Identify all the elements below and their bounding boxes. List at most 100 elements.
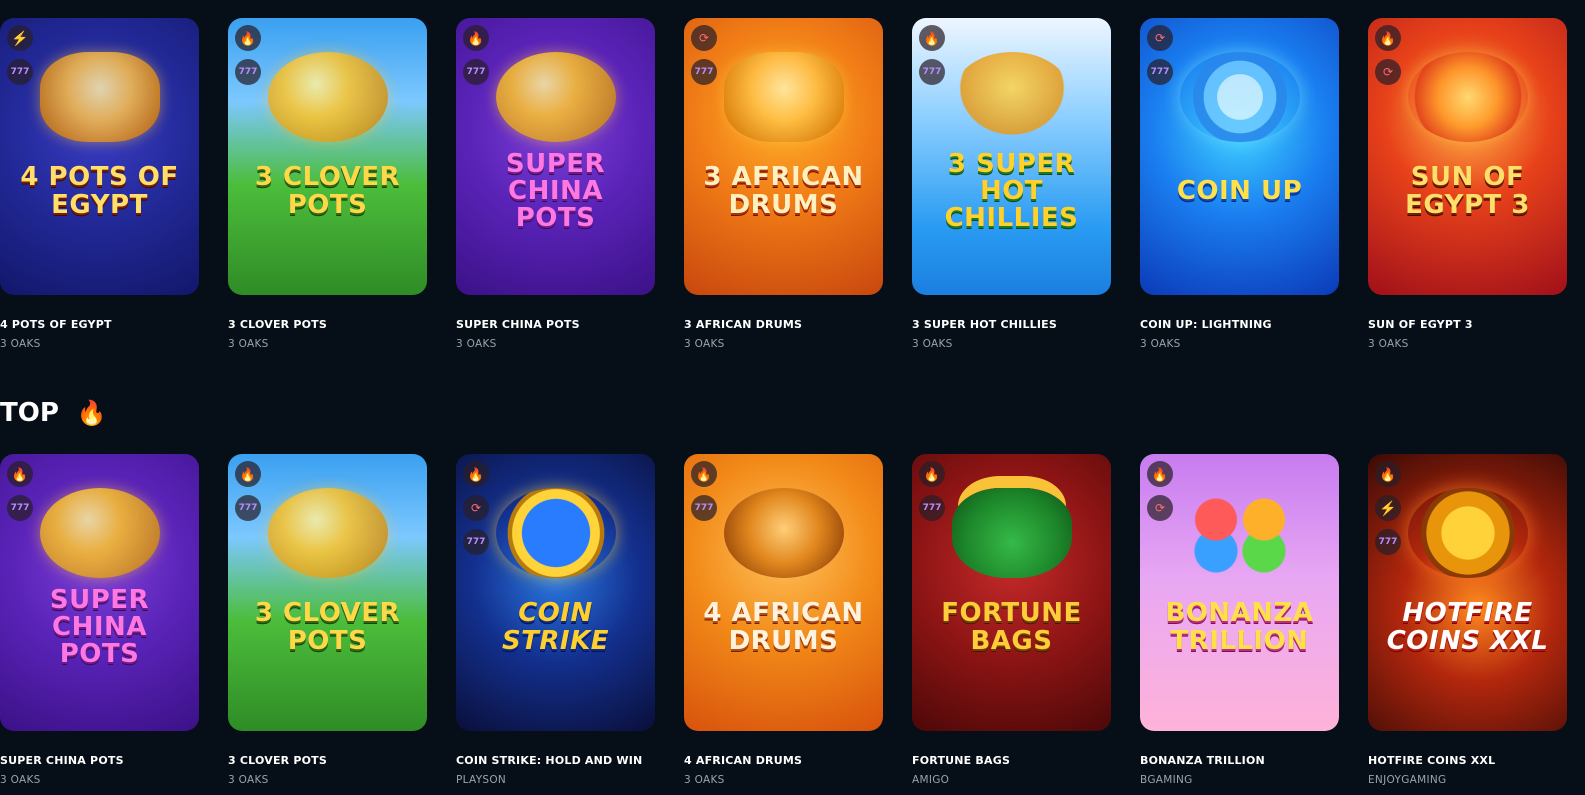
game-provider[interactable]: PLAYSON: [456, 774, 655, 786]
game-name[interactable]: 3 SUPER HOT CHILLIES: [912, 318, 1111, 331]
game-art-title: 4 POTS OF EGYPT: [20, 162, 179, 220]
game-thumbnail[interactable]: 🔥 ⟳ SUN OF EGYPT 3: [1368, 18, 1567, 295]
game-name[interactable]: COIN UP: LIGHTNING: [1140, 318, 1339, 331]
games-row-new: ⚡ 777 4 POTS OF EGYPT 4 POTS OF EGYPT 3 …: [0, 18, 1585, 350]
game-card[interactable]: 🔥 777 SUPER CHINA POTS SUPER CHINA POTS …: [0, 454, 199, 786]
game-art-title: 3 AFRICAN DRUMS: [703, 162, 864, 220]
game-name[interactable]: 4 POTS OF EGYPT: [0, 318, 199, 331]
game-thumbnail[interactable]: ⟳ 777 COIN UP: [1140, 18, 1339, 295]
lightning-icon: ⚡: [1375, 495, 1401, 521]
game-card[interactable]: 🔥 777 3 SUPER HOT CHILLIES 3 SUPER HOT C…: [912, 18, 1111, 350]
game-provider[interactable]: 3 OAKS: [0, 774, 199, 786]
game-thumbnail[interactable]: 🔥 ⚡ 777 HOTFIRE COINS XXL: [1368, 454, 1567, 731]
game-provider[interactable]: ENJOYGAMING: [1368, 774, 1567, 786]
slot-777-icon: 777: [1147, 59, 1173, 85]
game-provider[interactable]: AMIGO: [912, 774, 1111, 786]
game-provider[interactable]: 3 OAKS: [1140, 338, 1339, 350]
badge-group: 🔥 777: [235, 461, 261, 521]
game-provider[interactable]: 3 OAKS: [456, 338, 655, 350]
game-provider[interactable]: 3 OAKS: [684, 338, 883, 350]
badge-group: ⟳ 777: [1147, 25, 1173, 85]
game-art-title: COIN STRIKE: [501, 598, 610, 656]
game-art-title: 3 CLOVER POTS: [254, 162, 401, 220]
game-thumbnail[interactable]: 🔥 777 FORTUNE BAGS: [912, 454, 1111, 731]
game-name[interactable]: SUPER CHINA POTS: [0, 754, 199, 767]
game-card[interactable]: ⟳ 777 COIN UP COIN UP: LIGHTNING 3 OAKS: [1140, 18, 1339, 350]
badge-group: 🔥 777: [919, 25, 945, 85]
game-name[interactable]: BONANZA TRILLION: [1140, 754, 1339, 767]
game-thumbnail[interactable]: 🔥 777 3 SUPER HOT CHILLIES: [912, 18, 1111, 295]
fire-icon: 🔥: [919, 461, 945, 487]
game-name[interactable]: COIN STRIKE: HOLD AND WIN: [456, 754, 655, 767]
game-card[interactable]: 🔥 777 3 CLOVER POTS 3 CLOVER POTS 3 OAKS: [228, 454, 427, 786]
slot-777-icon: 777: [235, 495, 261, 521]
game-card[interactable]: 🔥 777 4 AFRICAN DRUMS 4 AFRICAN DRUMS 3 …: [684, 454, 883, 786]
game-name[interactable]: 4 AFRICAN DRUMS: [684, 754, 883, 767]
fire-icon: 🔥: [1375, 25, 1401, 51]
fire-icon: 🔥: [463, 461, 489, 487]
game-card[interactable]: 🔥 777 SUPER CHINA POTS SUPER CHINA POTS …: [456, 18, 655, 350]
game-provider[interactable]: 3 OAKS: [1368, 338, 1567, 350]
game-provider[interactable]: 3 OAKS: [228, 774, 427, 786]
buy-feature-icon: ⟳: [463, 495, 489, 521]
game-card[interactable]: 🔥 ⟳ BONANZA TRILLION BONANZA TRILLION BG…: [1140, 454, 1339, 786]
slot-777-icon: 777: [463, 529, 489, 555]
buy-feature-icon: ⟳: [1147, 495, 1173, 521]
game-thumbnail[interactable]: ⚡ 777 4 POTS OF EGYPT: [0, 18, 199, 295]
game-name[interactable]: 3 AFRICAN DRUMS: [684, 318, 883, 331]
game-provider[interactable]: 3 OAKS: [228, 338, 427, 350]
game-card[interactable]: 🔥 777 FORTUNE BAGS FORTUNE BAGS AMIGO: [912, 454, 1111, 786]
fire-icon: 🔥: [235, 461, 261, 487]
game-thumbnail[interactable]: ⟳ 777 3 AFRICAN DRUMS: [684, 18, 883, 295]
fire-icon: 🔥: [1375, 461, 1401, 487]
game-thumbnail[interactable]: 🔥 777 SUPER CHINA POTS: [0, 454, 199, 731]
game-name[interactable]: FORTUNE BAGS: [912, 754, 1111, 767]
game-name[interactable]: 3 CLOVER POTS: [228, 754, 427, 767]
badge-group: 🔥 ⟳ 777: [463, 461, 489, 555]
game-art-title: HOTFIRE COINS XXL: [1386, 598, 1549, 656]
badge-group: 🔥 777: [235, 25, 261, 85]
game-provider[interactable]: BGAMING: [1140, 774, 1339, 786]
game-card[interactable]: 🔥 ⟳ 777 COIN STRIKE COIN STRIKE: HOLD AN…: [456, 454, 655, 786]
fire-icon: 🔥: [76, 399, 107, 427]
game-name[interactable]: SUN OF EGYPT 3: [1368, 318, 1567, 331]
game-art-title: SUPER CHINA POTS: [505, 148, 606, 234]
game-thumbnail[interactable]: 🔥 ⟳ BONANZA TRILLION: [1140, 454, 1339, 731]
game-art-title: 4 AFRICAN DRUMS: [703, 598, 864, 656]
game-art-title: FORTUNE BAGS: [941, 598, 1082, 656]
game-card[interactable]: 🔥 777 3 CLOVER POTS 3 CLOVER POTS 3 OAKS: [228, 18, 427, 350]
game-name[interactable]: 3 CLOVER POTS: [228, 318, 427, 331]
badge-group: 🔥 777: [919, 461, 945, 521]
game-thumbnail[interactable]: 🔥 777 4 AFRICAN DRUMS: [684, 454, 883, 731]
game-card[interactable]: 🔥 ⟳ SUN OF EGYPT 3 SUN OF EGYPT 3 3 OAKS: [1368, 18, 1567, 350]
lightning-icon: ⚡: [7, 25, 33, 51]
game-thumbnail[interactable]: 🔥 777 SUPER CHINA POTS: [456, 18, 655, 295]
game-thumbnail[interactable]: 🔥 ⟳ 777 COIN STRIKE: [456, 454, 655, 731]
fire-icon: 🔥: [7, 461, 33, 487]
game-provider[interactable]: 3 OAKS: [912, 338, 1111, 350]
game-art-title: 3 CLOVER POTS: [254, 598, 401, 656]
slot-777-icon: 777: [691, 495, 717, 521]
game-provider[interactable]: 3 OAKS: [684, 774, 883, 786]
slot-777-icon: 777: [1375, 529, 1401, 555]
fire-icon: 🔥: [463, 25, 489, 51]
game-provider[interactable]: 3 OAKS: [0, 338, 199, 350]
game-card[interactable]: ⚡ 777 4 POTS OF EGYPT 4 POTS OF EGYPT 3 …: [0, 18, 199, 350]
game-card[interactable]: 🔥 ⚡ 777 HOTFIRE COINS XXL HOTFIRE COINS …: [1368, 454, 1567, 786]
fire-icon: 🔥: [691, 461, 717, 487]
game-thumbnail[interactable]: 🔥 777 3 CLOVER POTS: [228, 18, 427, 295]
game-art-title: 3 SUPER HOT CHILLIES: [944, 148, 1079, 234]
badge-group: 🔥 777: [463, 25, 489, 85]
badge-group: 🔥 777: [7, 461, 33, 521]
game-name[interactable]: HOTFIRE COINS XXL: [1368, 754, 1567, 767]
badge-group: ⚡ 777: [7, 25, 33, 85]
slot-777-icon: 777: [463, 59, 489, 85]
game-art-title: BONANZA TRILLION: [1165, 598, 1314, 656]
game-art-title: SUPER CHINA POTS: [49, 584, 150, 670]
section-title: TOP: [0, 398, 59, 428]
game-name[interactable]: SUPER CHINA POTS: [456, 318, 655, 331]
badge-group: 🔥 ⟳: [1147, 461, 1173, 521]
game-thumbnail[interactable]: 🔥 777 3 CLOVER POTS: [228, 454, 427, 731]
slot-777-icon: 777: [919, 59, 945, 85]
game-card[interactable]: ⟳ 777 3 AFRICAN DRUMS 3 AFRICAN DRUMS 3 …: [684, 18, 883, 350]
